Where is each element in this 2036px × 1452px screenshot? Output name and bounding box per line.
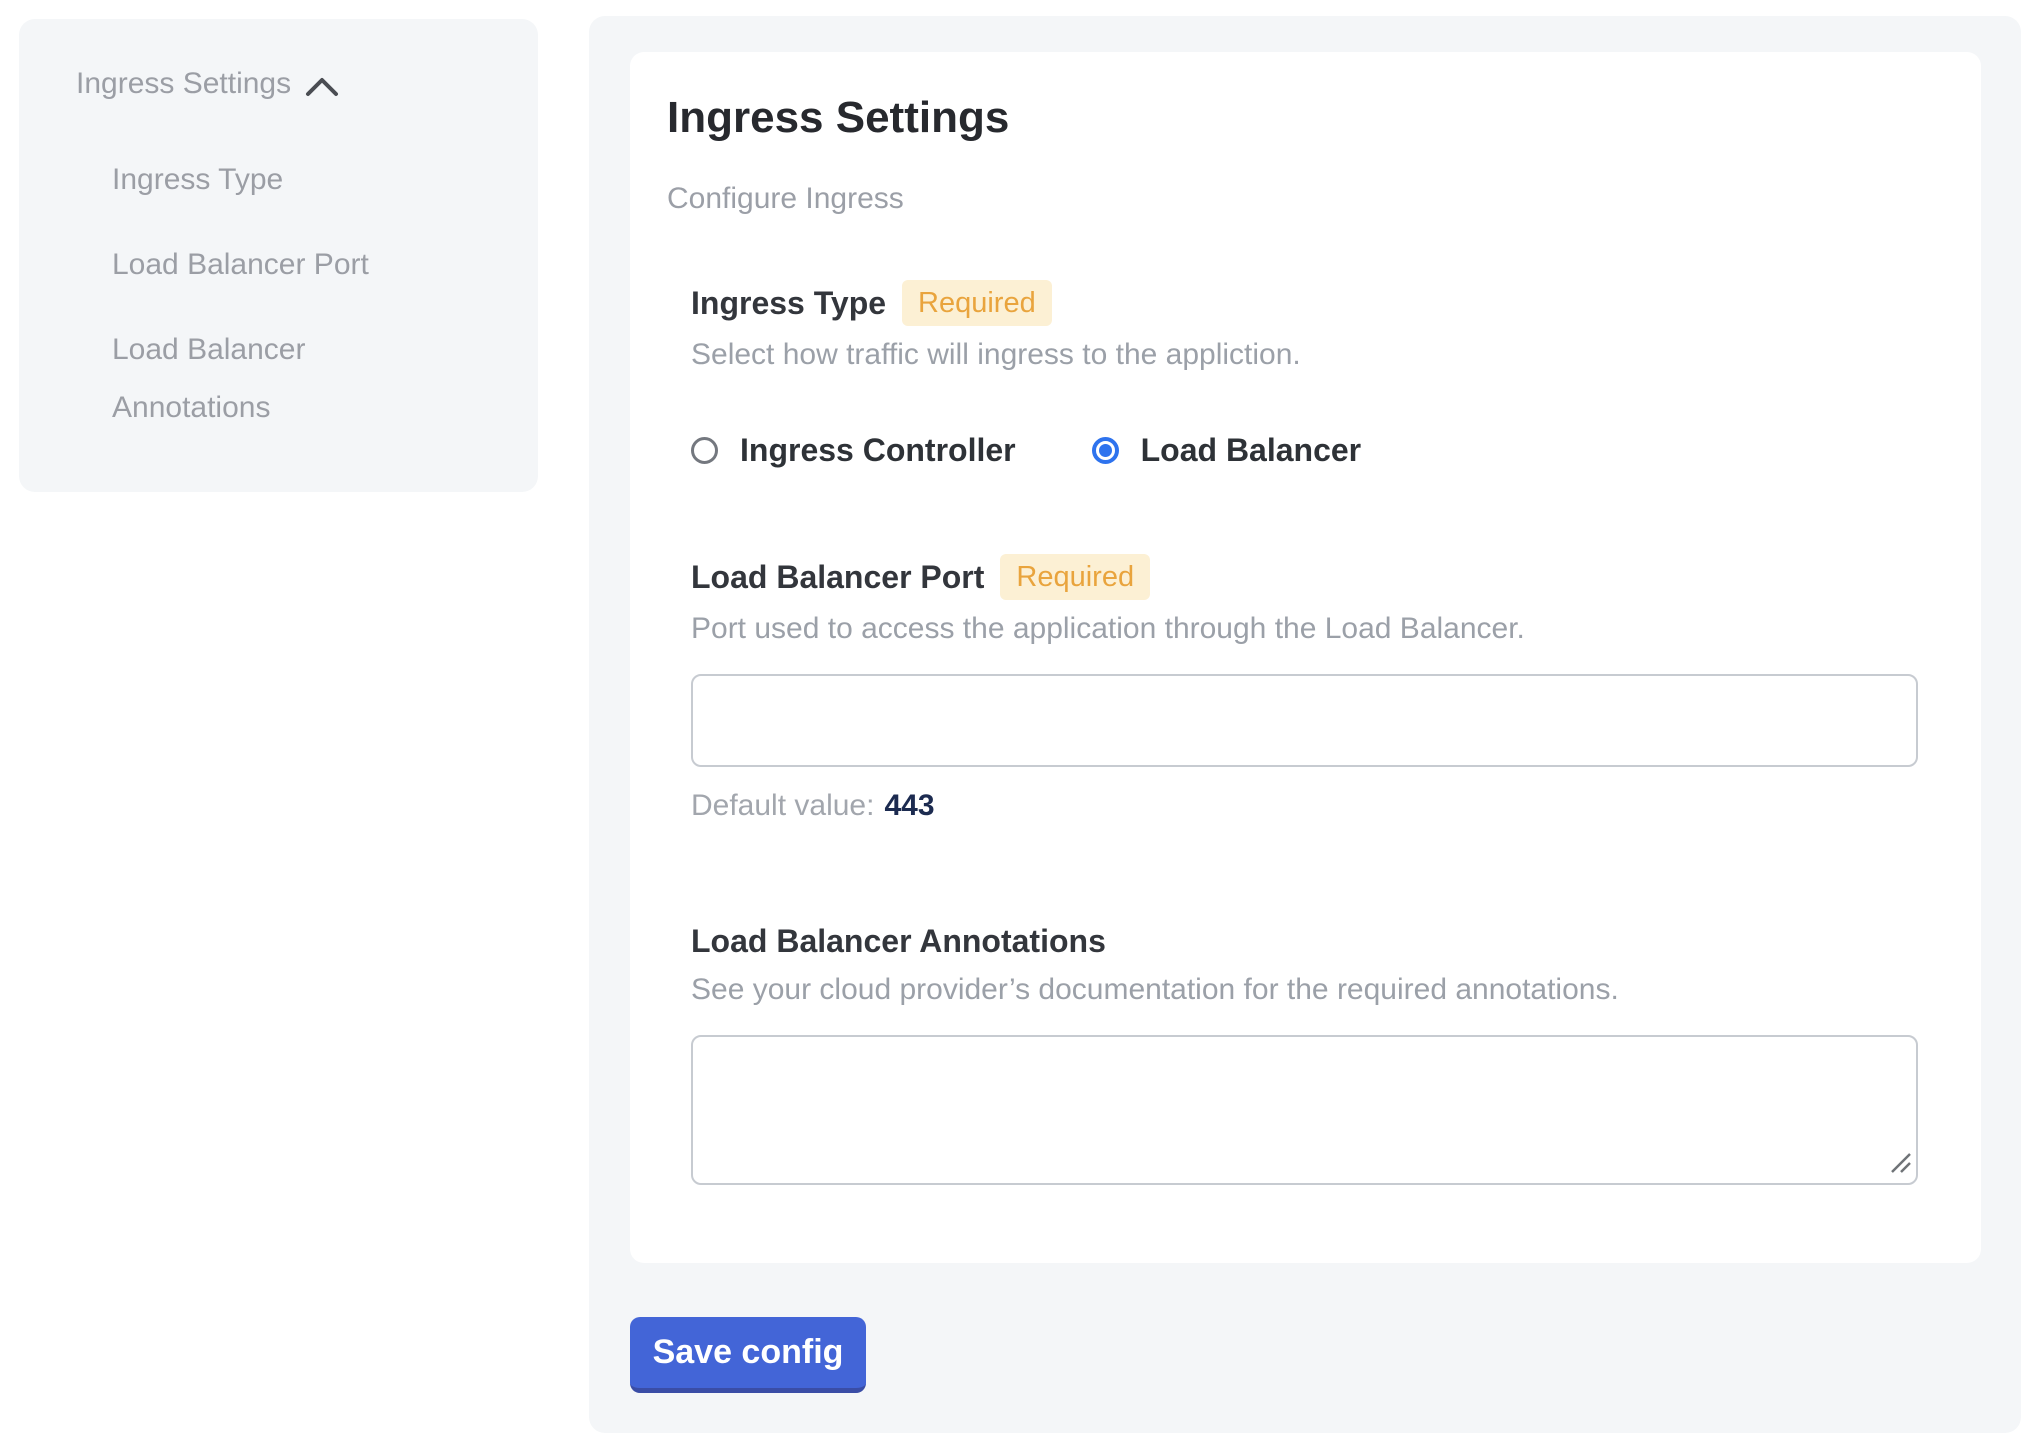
radio-icon[interactable] xyxy=(691,437,718,464)
field-label: Ingress Type xyxy=(691,283,886,323)
default-value-row: Default value: 443 xyxy=(691,787,1921,825)
sidebar-group-label: Ingress Settings xyxy=(76,65,291,103)
settings-sidebar: Ingress Settings Ingress Type Load Balan… xyxy=(19,19,538,492)
sidebar-item-load-balancer-annotations[interactable]: Load Balancer Annotations xyxy=(112,321,417,437)
radio-label: Load Balancer xyxy=(1141,430,1362,470)
required-badge: Required xyxy=(1000,554,1150,600)
sidebar-item-load-balancer-port[interactable]: Load Balancer Port xyxy=(112,236,417,294)
default-value: 443 xyxy=(884,787,934,825)
field-description: See your cloud provider’s documentation … xyxy=(691,971,1921,1009)
load-balancer-port-input[interactable] xyxy=(691,674,1918,767)
field-description: Select how traffic will ingress to the a… xyxy=(691,336,1921,374)
page-subtitle: Configure Ingress xyxy=(667,180,1921,218)
page-title: Ingress Settings xyxy=(667,92,1921,144)
default-value-label: Default value: xyxy=(691,787,874,825)
ingress-settings-card: Ingress Settings Configure Ingress Ingre… xyxy=(630,52,1981,1263)
radio-icon[interactable] xyxy=(1092,437,1119,464)
load-balancer-annotations-textarea[interactable] xyxy=(691,1035,1918,1185)
required-badge: Required xyxy=(902,280,1052,326)
field-load-balancer-port: Load Balancer Port Required Port used to… xyxy=(691,554,1921,825)
ingress-type-radio-group: Ingress Controller Load Balancer xyxy=(691,430,1921,470)
field-description: Port used to access the application thro… xyxy=(691,610,1921,648)
radio-label: Ingress Controller xyxy=(740,430,1016,470)
page: Ingress Settings Ingress Type Load Balan… xyxy=(0,0,2036,1452)
radio-option-load-balancer[interactable]: Load Balancer xyxy=(1092,430,1362,470)
sidebar-group-ingress-settings[interactable]: Ingress Settings xyxy=(76,65,504,103)
chevron-up-icon[interactable] xyxy=(305,75,339,97)
field-load-balancer-annotations: Load Balancer Annotations See your cloud… xyxy=(691,921,1921,1185)
field-ingress-type: Ingress Type Required Select how traffic… xyxy=(691,280,1921,470)
sidebar-item-ingress-type[interactable]: Ingress Type xyxy=(112,151,417,209)
radio-option-ingress-controller[interactable]: Ingress Controller xyxy=(691,430,1016,470)
save-config-button[interactable]: Save config xyxy=(630,1317,866,1393)
field-label: Load Balancer Port xyxy=(691,557,984,597)
settings-panel: Ingress Settings Configure Ingress Ingre… xyxy=(589,16,2021,1433)
field-label: Load Balancer Annotations xyxy=(691,921,1106,961)
